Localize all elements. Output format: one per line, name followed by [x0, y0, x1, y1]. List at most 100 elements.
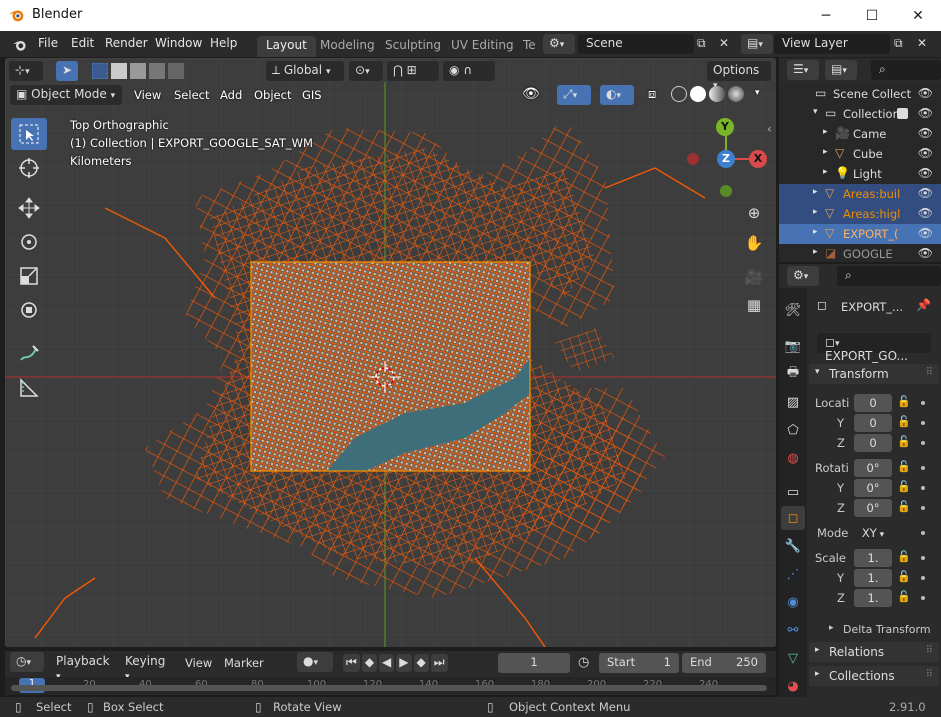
keyframe-dot-icon[interactable]: [921, 421, 925, 425]
chevron-right-icon[interactable]: ▸: [823, 167, 828, 177]
outliner-row[interactable]: ▸ ▽ Cube 👁: [779, 144, 941, 164]
play-reverse-icon[interactable]: ◀: [379, 654, 395, 672]
keyframe-dot-icon[interactable]: [921, 556, 925, 560]
tab-texture[interactable]: Te: [514, 36, 545, 57]
tab-uv-editing[interactable]: UV Editing: [442, 36, 523, 57]
playback-menu[interactable]: Playback ▾: [50, 652, 118, 682]
outliner-row[interactable]: ▸ ◪ GOOGLE 👁: [779, 244, 941, 264]
drag-handle-icon[interactable]: ⠿: [926, 645, 933, 656]
tab-render[interactable]: 📷: [781, 334, 805, 358]
overlays-toggle[interactable]: ◐▾: [600, 85, 634, 105]
select-subtract-icon[interactable]: [130, 63, 146, 79]
select-box-tool[interactable]: [11, 118, 47, 150]
menu-render[interactable]: Render: [105, 36, 148, 50]
chevron-right-icon[interactable]: ▸: [813, 227, 818, 237]
drag-handle-icon[interactable]: ⠿: [926, 669, 933, 680]
gizmo-z-axis[interactable]: Z: [717, 150, 735, 168]
outliner-search-input[interactable]: ⌕: [871, 60, 941, 80]
tab-scene[interactable]: ⬠: [781, 418, 805, 442]
proportional-edit-toggle[interactable]: ◉ ∩: [443, 61, 495, 81]
annotate-tool[interactable]: [11, 338, 47, 370]
lock-icon[interactable]: 🔓: [897, 480, 911, 493]
new-scene-icon[interactable]: ⧉: [697, 36, 706, 51]
outliner-editor-type-button[interactable]: ☰▾: [787, 60, 819, 80]
chevron-right-icon[interactable]: ▸: [813, 247, 818, 257]
auto-keying-toggle[interactable]: ●▾: [297, 652, 333, 672]
tab-physics[interactable]: ◉: [781, 590, 805, 614]
tab-material[interactable]: ◕: [781, 674, 805, 698]
menu-edit[interactable]: Edit: [71, 36, 94, 50]
chevron-down-icon[interactable]: ▾: [813, 107, 818, 117]
blender-menu-icon[interactable]: [12, 37, 28, 53]
visibility-eye-icon[interactable]: 👁: [918, 186, 933, 200]
material-shading-icon[interactable]: [709, 86, 725, 102]
3d-viewport[interactable]: ⊹▾ ➤ ⟂ Global ▾ ⊙▾ ⋂ ⊞ ◉ ∩ Options ▾ ▣ O…: [5, 58, 776, 647]
jump-start-icon[interactable]: ⏮: [343, 654, 360, 672]
keyframe-dot-icon[interactable]: [921, 466, 925, 470]
rotation-x-field[interactable]: 0°: [854, 459, 892, 477]
preview-range-icon[interactable]: ◷: [578, 655, 589, 670]
maximize-button[interactable]: ☐: [849, 0, 895, 31]
wireframe-shading-icon[interactable]: [671, 86, 687, 102]
measure-tool[interactable]: [11, 372, 47, 404]
outliner-row[interactable]: ▸ 🎥 Came 👁: [779, 124, 941, 144]
keyframe-dot-icon[interactable]: [921, 531, 925, 535]
tab-particles[interactable]: ⋰: [781, 562, 805, 586]
options-dropdown[interactable]: Options ▾: [707, 61, 771, 91]
lock-icon[interactable]: 🔓: [897, 435, 911, 448]
drag-handle-icon[interactable]: ⠿: [926, 367, 933, 378]
visibility-eye-icon[interactable]: 👁: [918, 86, 933, 100]
display-mode-button[interactable]: ▤▾: [825, 60, 857, 80]
select-intersect-icon[interactable]: [168, 63, 184, 79]
outliner-row[interactable]: ▸ ▽ Areas:higl 👁: [779, 204, 941, 224]
select-extend-icon[interactable]: [111, 63, 127, 79]
keyframe-dot-icon[interactable]: [921, 596, 925, 600]
jump-end-icon[interactable]: ⏭: [430, 654, 448, 672]
current-frame-field[interactable]: 1: [498, 653, 570, 673]
tab-modifiers[interactable]: 🔧: [781, 534, 805, 558]
chevron-right-icon[interactable]: ▸: [813, 187, 818, 197]
scale-tool[interactable]: [11, 260, 47, 292]
orthographic-toggle-button[interactable]: ▦: [741, 292, 767, 318]
visibility-eye-icon[interactable]: 👁: [918, 246, 933, 260]
outliner-row[interactable]: ▸ ▽ EXPORT_(👁: [779, 224, 941, 244]
cursor-tool[interactable]: [11, 152, 47, 184]
visibility-eye-icon[interactable]: 👁: [918, 166, 933, 180]
tab-tool[interactable]: 🛠: [781, 298, 805, 322]
menu-object[interactable]: Object: [254, 88, 291, 102]
menu-select[interactable]: Select: [174, 88, 209, 102]
pin-icon[interactable]: 📌: [916, 298, 931, 312]
visibility-eye-icon[interactable]: 👁: [522, 86, 540, 102]
lock-icon[interactable]: 🔓: [897, 460, 911, 473]
move-tool[interactable]: [11, 192, 47, 224]
lock-icon[interactable]: 🔓: [897, 500, 911, 513]
mode-dropdown[interactable]: ▣ Object Mode ▾: [10, 85, 122, 105]
solid-shading-icon[interactable]: [690, 86, 706, 102]
prev-keyframe-icon[interactable]: ◆: [361, 654, 378, 672]
gizmo-x-axis[interactable]: X: [749, 150, 767, 168]
keyframe-dot-icon[interactable]: [921, 486, 925, 490]
sidebar-toggle-chevron-icon[interactable]: ‹: [767, 122, 772, 136]
scale-z-field[interactable]: 1.: [854, 589, 892, 607]
exclude-checkbox[interactable]: [897, 108, 908, 119]
tab-view-layer[interactable]: ▨: [781, 390, 805, 414]
tab-sculpting[interactable]: Sculpting: [376, 36, 450, 57]
chevron-right-icon[interactable]: ▸: [813, 207, 818, 217]
rotation-z-field[interactable]: 0°: [854, 499, 892, 517]
new-view-layer-icon[interactable]: ⧉: [894, 36, 903, 51]
tab-layout[interactable]: Layout: [257, 36, 316, 57]
xray-toggle-icon[interactable]: ⧈: [648, 87, 656, 102]
menu-gis[interactable]: GIS: [302, 88, 322, 102]
chevron-right-icon[interactable]: ▸: [823, 147, 828, 157]
menu-window[interactable]: Window: [155, 36, 202, 50]
relations-panel-header[interactable]: ▸ Relations ⠿: [809, 642, 939, 662]
end-frame-field[interactable]: End 250: [682, 653, 766, 673]
snap-toggle[interactable]: ⋂ ⊞: [387, 61, 439, 81]
view-layer-field[interactable]: View Layer: [774, 34, 890, 54]
keyframe-dot-icon[interactable]: [921, 506, 925, 510]
tab-world[interactable]: ◍: [781, 446, 805, 470]
pan-view-button[interactable]: ✋: [741, 230, 767, 256]
tab-output[interactable]: 🖶: [781, 362, 805, 386]
delta-transform-subpanel[interactable]: ▸ Delta Transform: [809, 620, 939, 640]
timeline-marker-menu[interactable]: Marker: [224, 656, 264, 670]
